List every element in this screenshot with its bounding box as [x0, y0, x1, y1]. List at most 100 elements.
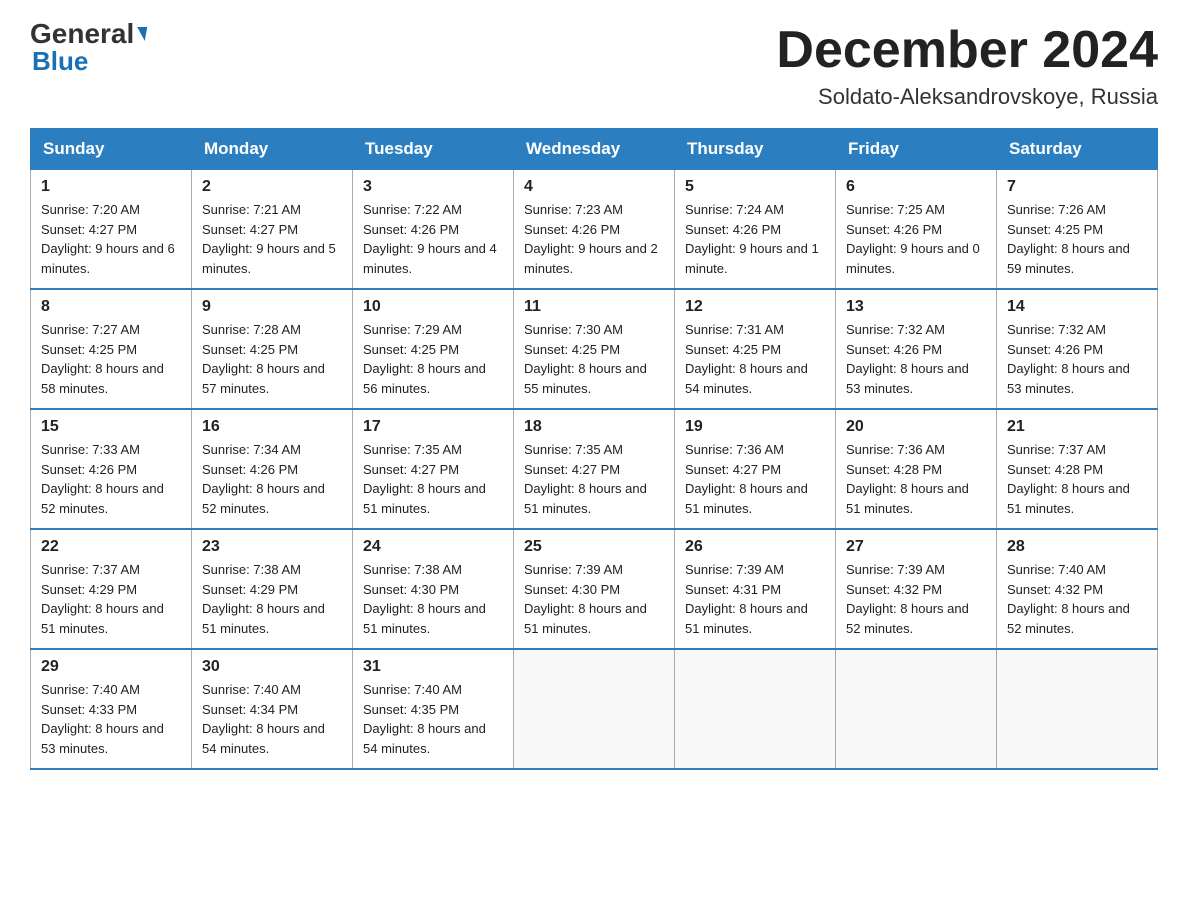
calendar-day-cell	[514, 649, 675, 769]
day-number: 20	[846, 418, 986, 436]
calendar-day-cell: 5 Sunrise: 7:24 AMSunset: 4:26 PMDaylight…	[675, 170, 836, 290]
calendar-day-cell: 1Sunrise: 7:20 AMSunset: 4:27 PMDaylight…	[31, 170, 192, 290]
month-title: December 2024	[776, 20, 1158, 80]
day-number: 31	[363, 658, 503, 676]
calendar-day-cell: 25Sunrise: 7:39 AMSunset: 4:30 PMDayligh…	[514, 529, 675, 649]
day-of-week-header: Friday	[836, 129, 997, 170]
title-area: December 2024 Soldato-Aleksandrovskoye, …	[776, 20, 1158, 110]
calendar-header: SundayMondayTuesdayWednesdayThursdayFrid…	[31, 129, 1158, 170]
day-info: Sunrise: 7:40 AMSunset: 4:34 PMDaylight:…	[202, 680, 342, 758]
day-number: 22	[41, 538, 181, 556]
day-info: Sunrise: 7:28 AMSunset: 4:25 PMDaylight:…	[202, 320, 342, 398]
day-number: 28	[1007, 538, 1147, 556]
day-of-week-header: Tuesday	[353, 129, 514, 170]
logo-blue-text: Blue	[32, 48, 146, 74]
day-number: 7	[1007, 178, 1147, 196]
day-number: 8	[41, 298, 181, 316]
calendar-week-row: 15 Sunrise: 7:33 AMSunset: 4:26 PMDayligh…	[31, 409, 1158, 529]
day-info: Sunrise: 7:33 AMSunset: 4:26 PMDaylight:…	[41, 440, 181, 518]
day-number: 17	[363, 418, 503, 436]
day-number: 30	[202, 658, 342, 676]
day-number: 1	[41, 178, 181, 196]
calendar-day-cell: 28Sunrise: 7:40 AMSunset: 4:32 PMDayligh…	[997, 529, 1158, 649]
calendar-day-cell	[836, 649, 997, 769]
calendar-day-cell: 21 Sunrise: 7:37 AMSunset: 4:28 PMDayligh…	[997, 409, 1158, 529]
calendar-day-cell: 10 Sunrise: 7:29 AMSunset: 4:25 PMDayligh…	[353, 289, 514, 409]
day-number: 27	[846, 538, 986, 556]
day-info: Sunrise: 7:22 AMSunset: 4:26 PMDaylight:…	[363, 200, 503, 278]
calendar-day-cell: 16 Sunrise: 7:34 AMSunset: 4:26 PMDayligh…	[192, 409, 353, 529]
day-number: 3	[363, 178, 503, 196]
page-header: General Blue December 2024 Soldato-Aleks…	[30, 20, 1158, 110]
day-info: Sunrise: 7:38 AMSunset: 4:29 PMDaylight:…	[202, 560, 342, 638]
day-info: Sunrise: 7:25 AMSunset: 4:26 PMDaylight:…	[846, 200, 986, 278]
day-number: 25	[524, 538, 664, 556]
day-info: Sunrise: 7:31 AMSunset: 4:25 PMDaylight:…	[685, 320, 825, 398]
day-info: Sunrise: 7:39 AMSunset: 4:31 PMDaylight:…	[685, 560, 825, 638]
day-info: Sunrise: 7:27 AMSunset: 4:25 PMDaylight:…	[41, 320, 181, 398]
day-number: 5	[685, 178, 825, 196]
location-title: Soldato-Aleksandrovskoye, Russia	[776, 84, 1158, 110]
calendar-day-cell: 3 Sunrise: 7:22 AMSunset: 4:26 PMDaylight…	[353, 170, 514, 290]
calendar-day-cell: 4Sunrise: 7:23 AMSunset: 4:26 PMDaylight…	[514, 170, 675, 290]
day-info: Sunrise: 7:37 AMSunset: 4:28 PMDaylight:…	[1007, 440, 1147, 518]
day-info: Sunrise: 7:35 AMSunset: 4:27 PMDaylight:…	[363, 440, 503, 518]
calendar-day-cell	[997, 649, 1158, 769]
day-of-week-header: Thursday	[675, 129, 836, 170]
calendar-day-cell	[675, 649, 836, 769]
calendar-day-cell: 2 Sunrise: 7:21 AMSunset: 4:27 PMDaylight…	[192, 170, 353, 290]
day-info: Sunrise: 7:35 AMSunset: 4:27 PMDaylight:…	[524, 440, 664, 518]
day-number: 23	[202, 538, 342, 556]
day-number: 21	[1007, 418, 1147, 436]
day-info: Sunrise: 7:26 AMSunset: 4:25 PMDaylight:…	[1007, 200, 1147, 278]
calendar-body: 1Sunrise: 7:20 AMSunset: 4:27 PMDaylight…	[31, 170, 1158, 770]
calendar-day-cell: 19 Sunrise: 7:36 AMSunset: 4:27 PMDayligh…	[675, 409, 836, 529]
day-of-week-header: Wednesday	[514, 129, 675, 170]
calendar-day-cell: 23 Sunrise: 7:38 AMSunset: 4:29 PMDayligh…	[192, 529, 353, 649]
calendar-day-cell: 17 Sunrise: 7:35 AMSunset: 4:27 PMDayligh…	[353, 409, 514, 529]
calendar-day-cell: 31 Sunrise: 7:40 AMSunset: 4:35 PMDayligh…	[353, 649, 514, 769]
day-info: Sunrise: 7:39 AMSunset: 4:32 PMDaylight:…	[846, 560, 986, 638]
day-number: 18	[524, 418, 664, 436]
day-info: Sunrise: 7:40 AMSunset: 4:33 PMDaylight:…	[41, 680, 181, 758]
day-number: 26	[685, 538, 825, 556]
day-number: 16	[202, 418, 342, 436]
calendar-day-cell: 26 Sunrise: 7:39 AMSunset: 4:31 PMDayligh…	[675, 529, 836, 649]
day-info: Sunrise: 7:29 AMSunset: 4:25 PMDaylight:…	[363, 320, 503, 398]
day-info: Sunrise: 7:38 AMSunset: 4:30 PMDaylight:…	[363, 560, 503, 638]
day-number: 6	[846, 178, 986, 196]
calendar-day-cell: 29 Sunrise: 7:40 AMSunset: 4:33 PMDayligh…	[31, 649, 192, 769]
day-number: 9	[202, 298, 342, 316]
calendar-day-cell: 24 Sunrise: 7:38 AMSunset: 4:30 PMDayligh…	[353, 529, 514, 649]
day-number: 24	[363, 538, 503, 556]
day-number: 12	[685, 298, 825, 316]
day-info: Sunrise: 7:40 AMSunset: 4:35 PMDaylight:…	[363, 680, 503, 758]
day-number: 19	[685, 418, 825, 436]
day-info: Sunrise: 7:37 AMSunset: 4:29 PMDaylight:…	[41, 560, 181, 638]
day-info: Sunrise: 7:32 AMSunset: 4:26 PMDaylight:…	[846, 320, 986, 398]
day-info: Sunrise: 7:30 AMSunset: 4:25 PMDaylight:…	[524, 320, 664, 398]
day-of-week-header: Monday	[192, 129, 353, 170]
calendar-day-cell: 20Sunrise: 7:36 AMSunset: 4:28 PMDayligh…	[836, 409, 997, 529]
calendar-table: SundayMondayTuesdayWednesdayThursdayFrid…	[30, 128, 1158, 770]
day-number: 15	[41, 418, 181, 436]
day-number: 2	[202, 178, 342, 196]
day-info: Sunrise: 7:24 AMSunset: 4:26 PMDaylight:…	[685, 200, 825, 278]
calendar-day-cell: 15 Sunrise: 7:33 AMSunset: 4:26 PMDayligh…	[31, 409, 192, 529]
day-number: 29	[41, 658, 181, 676]
day-info: Sunrise: 7:36 AMSunset: 4:27 PMDaylight:…	[685, 440, 825, 518]
calendar-day-cell: 8 Sunrise: 7:27 AMSunset: 4:25 PMDaylight…	[31, 289, 192, 409]
calendar-week-row: 1Sunrise: 7:20 AMSunset: 4:27 PMDaylight…	[31, 170, 1158, 290]
day-of-week-header: Saturday	[997, 129, 1158, 170]
header-row: SundayMondayTuesdayWednesdayThursdayFrid…	[31, 129, 1158, 170]
day-info: Sunrise: 7:21 AMSunset: 4:27 PMDaylight:…	[202, 200, 342, 278]
day-number: 4	[524, 178, 664, 196]
day-info: Sunrise: 7:34 AMSunset: 4:26 PMDaylight:…	[202, 440, 342, 518]
calendar-day-cell: 18 Sunrise: 7:35 AMSunset: 4:27 PMDayligh…	[514, 409, 675, 529]
day-number: 11	[524, 298, 664, 316]
day-number: 14	[1007, 298, 1147, 316]
logo: General Blue	[30, 20, 146, 74]
day-number: 10	[363, 298, 503, 316]
calendar-day-cell: 6 Sunrise: 7:25 AMSunset: 4:26 PMDaylight…	[836, 170, 997, 290]
calendar-day-cell: 13Sunrise: 7:32 AMSunset: 4:26 PMDayligh…	[836, 289, 997, 409]
